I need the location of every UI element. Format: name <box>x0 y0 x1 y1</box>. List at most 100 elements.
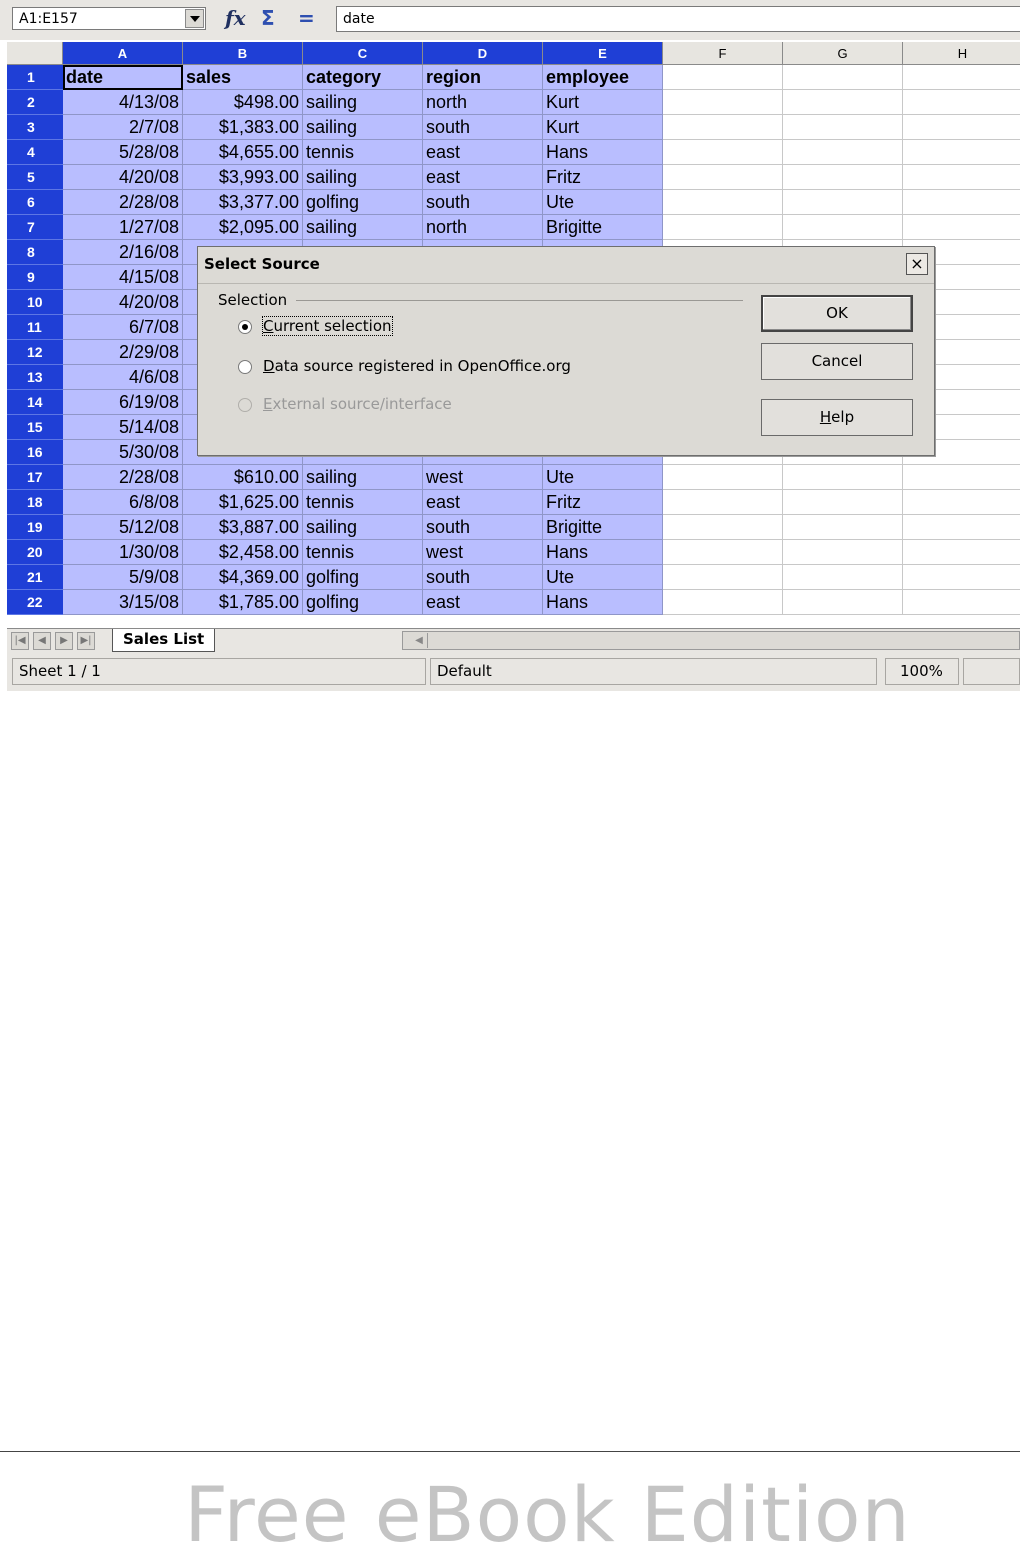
cell-b19[interactable]: $3,887.00 <box>183 515 303 540</box>
cell-a15[interactable]: 5/14/08 <box>63 415 183 440</box>
cell-d1[interactable]: region <box>423 65 543 90</box>
cell-g1[interactable] <box>783 65 903 90</box>
row-header[interactable]: 22 <box>7 590 63 615</box>
cell-b17[interactable]: $610.00 <box>183 465 303 490</box>
cell-f5[interactable] <box>663 165 783 190</box>
cell-d17[interactable]: west <box>423 465 543 490</box>
cell-f22[interactable] <box>663 590 783 615</box>
column-header-a[interactable]: A <box>63 42 183 65</box>
cell-e18[interactable]: Fritz <box>543 490 663 515</box>
cell-a4[interactable]: 5/28/08 <box>63 140 183 165</box>
cell-e1[interactable]: employee <box>543 65 663 90</box>
cell-b2[interactable]: $498.00 <box>183 90 303 115</box>
prev-sheet-icon[interactable]: ◀ <box>33 632 51 650</box>
row-header[interactable]: 14 <box>7 390 63 415</box>
cell-a17[interactable]: 2/28/08 <box>63 465 183 490</box>
cell-e22[interactable]: Hans <box>543 590 663 615</box>
cell-e2[interactable]: Kurt <box>543 90 663 115</box>
cell-h5[interactable] <box>903 165 1020 190</box>
cell-b20[interactable]: $2,458.00 <box>183 540 303 565</box>
cell-c3[interactable]: sailing <box>303 115 423 140</box>
cell-g2[interactable] <box>783 90 903 115</box>
cell-a10[interactable]: 4/20/08 <box>63 290 183 315</box>
radio-button[interactable] <box>238 320 252 334</box>
cell-a21[interactable]: 5/9/08 <box>63 565 183 590</box>
cell-a5[interactable]: 4/20/08 <box>63 165 183 190</box>
sum-icon[interactable]: Σ <box>261 6 275 30</box>
cell-b1[interactable]: sales <box>183 65 303 90</box>
row-header[interactable]: 15 <box>7 415 63 440</box>
cell-e20[interactable]: Hans <box>543 540 663 565</box>
cell-a1[interactable]: date <box>63 65 183 90</box>
cell-a20[interactable]: 1/30/08 <box>63 540 183 565</box>
cell-g19[interactable] <box>783 515 903 540</box>
cell-g17[interactable] <box>783 465 903 490</box>
cell-g6[interactable] <box>783 190 903 215</box>
cell-c18[interactable]: tennis <box>303 490 423 515</box>
radio-label[interactable]: Data source registered in OpenOffice.org <box>263 357 571 375</box>
cell-c17[interactable]: sailing <box>303 465 423 490</box>
select-all-corner[interactable] <box>7 42 63 65</box>
first-sheet-icon[interactable]: |◀ <box>11 632 29 650</box>
formula-input[interactable]: date <box>336 6 1020 32</box>
column-header-e[interactable]: E <box>543 42 663 65</box>
cell-e17[interactable]: Ute <box>543 465 663 490</box>
row-header[interactable]: 10 <box>7 290 63 315</box>
cell-d6[interactable]: south <box>423 190 543 215</box>
cell-d7[interactable]: north <box>423 215 543 240</box>
cell-e21[interactable]: Ute <box>543 565 663 590</box>
cell-f7[interactable] <box>663 215 783 240</box>
help-button[interactable]: Help <box>761 399 913 436</box>
column-header-b[interactable]: B <box>183 42 303 65</box>
cell-g22[interactable] <box>783 590 903 615</box>
cell-f20[interactable] <box>663 540 783 565</box>
row-header[interactable]: 12 <box>7 340 63 365</box>
cell-h21[interactable] <box>903 565 1020 590</box>
next-sheet-icon[interactable]: ▶ <box>55 632 73 650</box>
column-header-h[interactable]: H <box>903 42 1020 65</box>
row-header[interactable]: 5 <box>7 165 63 190</box>
cancel-button[interactable]: Cancel <box>761 343 913 380</box>
sheet-tab[interactable]: Sales List <box>112 629 216 652</box>
function-wizard-icon[interactable]: fx <box>225 6 246 30</box>
cell-c6[interactable]: golfing <box>303 190 423 215</box>
formula-icon[interactable]: = <box>298 6 315 30</box>
zoom-level[interactable]: 100% <box>885 658 959 685</box>
cell-f4[interactable] <box>663 140 783 165</box>
chevron-down-icon[interactable] <box>185 9 204 28</box>
row-header[interactable]: 17 <box>7 465 63 490</box>
row-header[interactable]: 6 <box>7 190 63 215</box>
cell-f2[interactable] <box>663 90 783 115</box>
cell-c22[interactable]: golfing <box>303 590 423 615</box>
cell-d18[interactable]: east <box>423 490 543 515</box>
row-header[interactable]: 13 <box>7 365 63 390</box>
cell-g18[interactable] <box>783 490 903 515</box>
cell-a12[interactable]: 2/29/08 <box>63 340 183 365</box>
cell-h17[interactable] <box>903 465 1020 490</box>
cell-e7[interactable]: Brigitte <box>543 215 663 240</box>
row-header[interactable]: 7 <box>7 215 63 240</box>
cell-h22[interactable] <box>903 590 1020 615</box>
cell-b5[interactable]: $3,993.00 <box>183 165 303 190</box>
cell-a11[interactable]: 6/7/08 <box>63 315 183 340</box>
cell-a8[interactable]: 2/16/08 <box>63 240 183 265</box>
cell-a16[interactable]: 5/30/08 <box>63 440 183 465</box>
cell-a3[interactable]: 2/7/08 <box>63 115 183 140</box>
cell-a9[interactable]: 4/15/08 <box>63 265 183 290</box>
cell-f17[interactable] <box>663 465 783 490</box>
cell-g3[interactable] <box>783 115 903 140</box>
row-header[interactable]: 1 <box>7 65 63 90</box>
cell-g4[interactable] <box>783 140 903 165</box>
cell-b21[interactable]: $4,369.00 <box>183 565 303 590</box>
cell-h19[interactable] <box>903 515 1020 540</box>
cell-a13[interactable]: 4/6/08 <box>63 365 183 390</box>
cell-d20[interactable]: west <box>423 540 543 565</box>
column-header-c[interactable]: C <box>303 42 423 65</box>
cell-b6[interactable]: $3,377.00 <box>183 190 303 215</box>
cell-c2[interactable]: sailing <box>303 90 423 115</box>
cell-g20[interactable] <box>783 540 903 565</box>
cell-f18[interactable] <box>663 490 783 515</box>
row-header[interactable]: 4 <box>7 140 63 165</box>
cell-c21[interactable]: golfing <box>303 565 423 590</box>
column-header-d[interactable]: D <box>423 42 543 65</box>
